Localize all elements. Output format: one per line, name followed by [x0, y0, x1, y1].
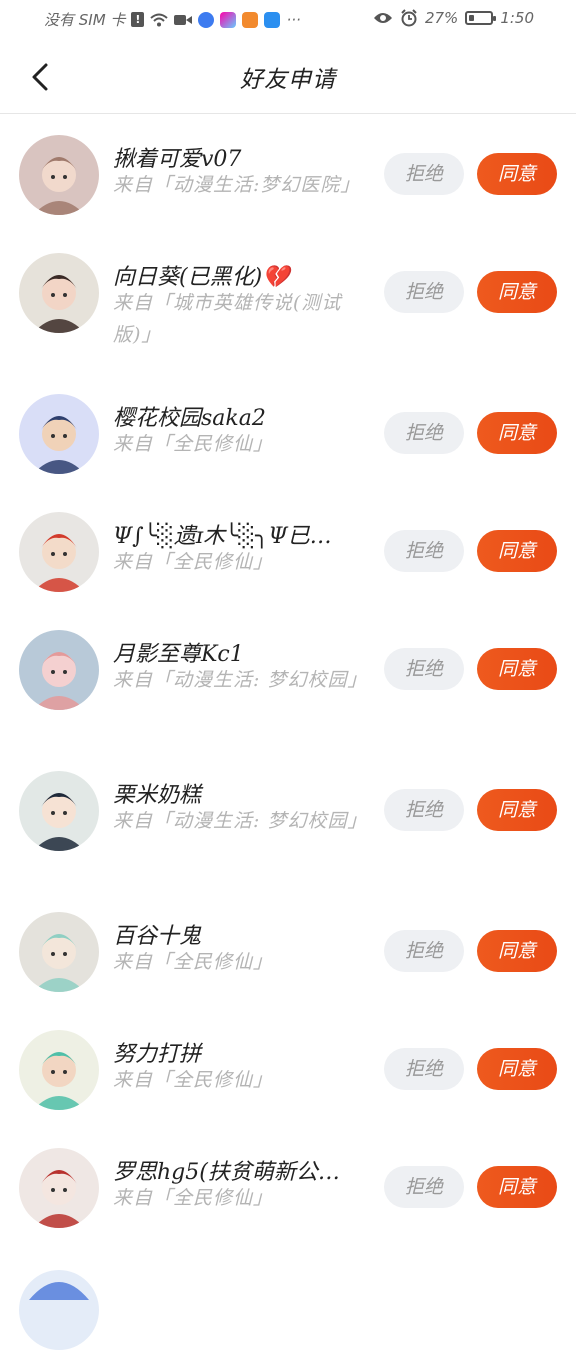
status-bar: 没有 SIM 卡 ! ··· 27% 1:50	[0, 0, 576, 38]
more-notifications-icon: ···	[286, 10, 301, 29]
eye-icon	[373, 13, 392, 23]
accept-button[interactable]: 同意	[477, 271, 557, 313]
request-source: 来自「动漫生活:梦幻医院」	[113, 174, 361, 196]
friend-request-row: Ψ∫╰░遗ɪ木╰░╮Ψ已… 来自「全民修仙」 拒绝 同意	[0, 492, 576, 610]
friend-request-row: 月影至尊Kc1 来自「动漫生活: 梦幻校园」 拒绝 同意	[0, 610, 576, 751]
request-source: 来自「城市英雄传说(测试版)」	[113, 292, 342, 346]
friend-request-row: 栗米奶糕 来自「动漫生活: 梦幻校园」 拒绝 同意	[0, 751, 576, 892]
sim-alert-icon: !	[131, 12, 145, 27]
page-title: 好友申请	[240, 67, 336, 93]
avatar[interactable]	[19, 1148, 99, 1228]
carrier-text: 没有 SIM 卡	[44, 11, 126, 29]
avatar[interactable]	[19, 1270, 99, 1350]
friend-request-row: 百谷十鬼 来自「全民修仙」 拒绝 同意	[0, 892, 576, 1010]
clock: 1:50	[500, 9, 534, 27]
avatar[interactable]	[19, 394, 99, 474]
reject-button[interactable]: 拒绝	[384, 412, 464, 454]
reject-button[interactable]: 拒绝	[384, 648, 464, 690]
friend-request-row: 向日葵(已黑化)💔 来自「城市英雄传说(测试版)」 拒绝 同意	[0, 233, 576, 374]
nav-bar: 好友申请	[0, 38, 576, 114]
request-source: 来自「动漫生活: 梦幻校园」	[113, 669, 368, 691]
avatar[interactable]	[19, 253, 99, 333]
reject-button[interactable]: 拒绝	[384, 271, 464, 313]
avatar[interactable]	[19, 771, 99, 851]
avatar[interactable]	[19, 912, 99, 992]
video-app-icon	[242, 11, 259, 28]
music-app-icon	[198, 11, 215, 28]
avatar[interactable]	[19, 135, 99, 215]
request-source: 来自「动漫生活: 梦幻校园」	[113, 810, 368, 832]
alarm-icon	[401, 9, 417, 27]
friend-request-row: 樱花校园saka2 来自「全民修仙」 拒绝 同意	[0, 374, 576, 492]
reject-button[interactable]: 拒绝	[384, 789, 464, 831]
photo-app-icon	[220, 11, 237, 28]
accept-button[interactable]: 同意	[477, 789, 557, 831]
request-source: 来自「全民修仙」	[113, 433, 274, 455]
friend-request-row: 揪着可爱v07 来自「动漫生活:梦幻医院」 拒绝 同意	[0, 115, 576, 233]
reject-button[interactable]: 拒绝	[384, 930, 464, 972]
accept-button[interactable]: 同意	[477, 1048, 557, 1090]
accept-button[interactable]: 同意	[477, 930, 557, 972]
cloud-app-icon	[264, 11, 281, 28]
accept-button[interactable]: 同意	[477, 412, 557, 454]
request-source: 来自「全民修仙」	[113, 1187, 274, 1209]
reject-button[interactable]: 拒绝	[384, 1048, 464, 1090]
accept-button[interactable]: 同意	[477, 153, 557, 195]
friend-request-row-partial	[0, 1246, 576, 1350]
battery-icon	[465, 11, 497, 25]
avatar[interactable]	[19, 1030, 99, 1110]
battery-percent: 27%	[424, 9, 459, 27]
friend-request-row: 努力打拼 来自「全民修仙」 拒绝 同意	[0, 1010, 576, 1128]
avatar[interactable]	[19, 630, 99, 710]
accept-button[interactable]: 同意	[477, 1166, 557, 1208]
reject-button[interactable]: 拒绝	[384, 530, 464, 572]
request-source: 来自「全民修仙」	[113, 1069, 274, 1091]
request-source: 来自「全民修仙」	[113, 951, 274, 973]
reject-button[interactable]: 拒绝	[384, 1166, 464, 1208]
wifi-icon	[150, 13, 169, 26]
reject-button[interactable]: 拒绝	[384, 153, 464, 195]
avatar[interactable]	[19, 512, 99, 592]
accept-button[interactable]: 同意	[477, 648, 557, 690]
video-icon	[174, 14, 193, 25]
request-source: 来自「全民修仙」	[113, 551, 274, 573]
friend-request-row: 罗思hg5(扶贫萌新公… 来自「全民修仙」 拒绝 同意	[0, 1128, 576, 1246]
accept-button[interactable]: 同意	[477, 530, 557, 572]
